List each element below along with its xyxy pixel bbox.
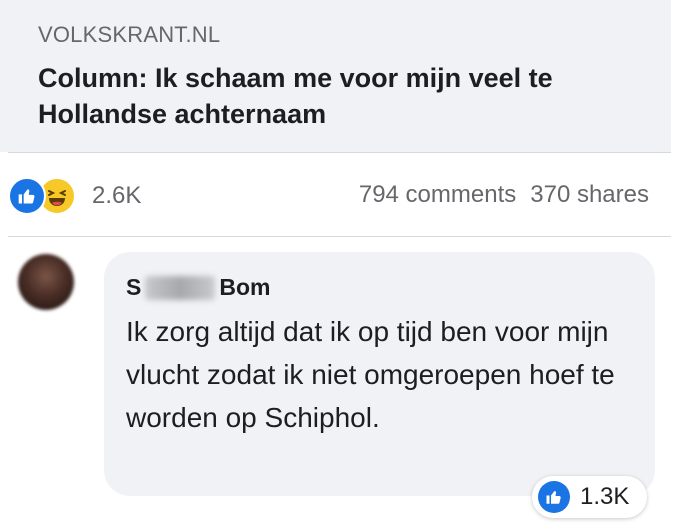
- divider: [8, 152, 671, 153]
- comment-bubble: S Bom Ik zorg altijd dat ik op tijd ben …: [104, 252, 655, 496]
- reactions-summary[interactable]: 2.6K: [8, 176, 141, 216]
- like-icon: [538, 481, 570, 513]
- comment-author[interactable]: S Bom: [126, 274, 270, 301]
- author-last-name: Bom: [219, 274, 271, 300]
- link-domain: VOLKSKRANT.NL: [38, 22, 221, 47]
- avatar[interactable]: [18, 254, 74, 310]
- author-first-initial: S: [126, 274, 142, 300]
- shares-count-link[interactable]: 370 shares: [530, 181, 649, 209]
- comment-text: Ik zorg altijd dat ik op tijd ben voor m…: [126, 316, 615, 433]
- link-preview-card[interactable]: VOLKSKRANT.NL Column: Ik schaam me voor …: [0, 0, 671, 152]
- comment-reaction-count: 1.3K: [580, 483, 630, 510]
- comment-reaction-badge[interactable]: 1.3K: [532, 476, 648, 518]
- comments-count-link[interactable]: 794 comments: [359, 181, 516, 209]
- like-icon: [8, 177, 46, 215]
- link-title[interactable]: Column: Ik schaam me voor mijn veel te H…: [38, 60, 658, 132]
- reaction-count: 2.6K: [92, 182, 142, 209]
- post-stats: 794 comments 370 shares: [359, 181, 649, 209]
- divider: [8, 236, 671, 237]
- redacted-name: [145, 275, 216, 300]
